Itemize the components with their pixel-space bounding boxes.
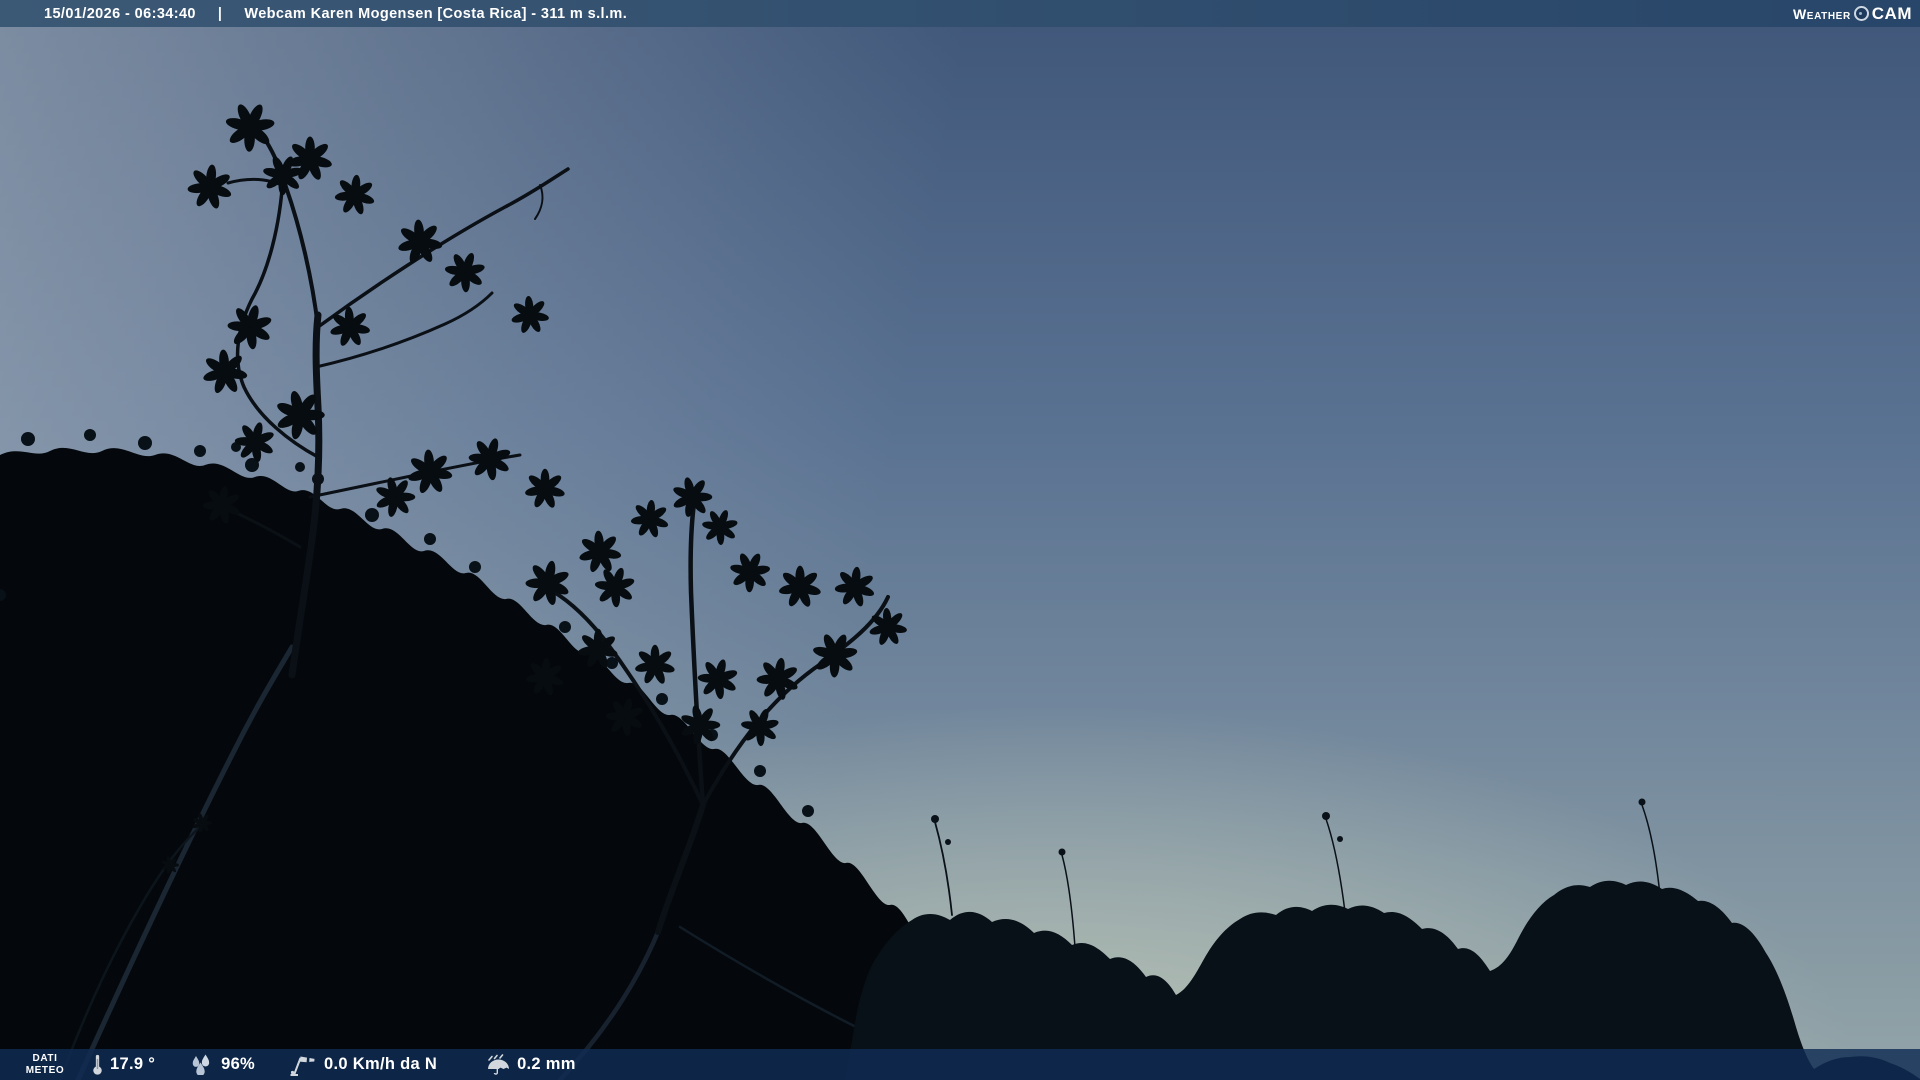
drops-icon <box>189 1054 214 1075</box>
humidity-reading: 96% <box>189 1054 255 1075</box>
webcam-photo <box>0 27 1920 1080</box>
timestamp: 15/01/2026 - 06:34:40 <box>44 6 196 22</box>
rain-value: 0.2 mm <box>517 1055 576 1074</box>
logo-cam-text: Cam <box>1872 4 1912 24</box>
wind-value: 0.0 Km/h da N <box>324 1055 437 1074</box>
webcam-frame: 15/01/2026 - 06:34:40 | Webcam Karen Mog… <box>0 0 1920 1080</box>
separator: | <box>218 6 222 22</box>
tree-silhouettes <box>0 27 1920 1080</box>
meteo-data-label: DATI METEO <box>14 1053 76 1077</box>
top-info-bar: 15/01/2026 - 06:34:40 | Webcam Karen Mog… <box>0 0 1920 27</box>
left-forest-silhouette <box>0 429 985 1080</box>
umbrella-rain-icon <box>485 1054 510 1076</box>
meteo-label-line1: DATI <box>33 1053 58 1065</box>
lens-icon <box>1854 6 1869 21</box>
humidity-value: 96% <box>221 1055 255 1074</box>
webcam-title: Webcam Karen Mogensen [Costa Rica] - 311… <box>244 6 627 22</box>
weather-data-bar: DATI METEO 17.9 ° 96% <box>0 1049 1920 1080</box>
meteo-label-line2: METEO <box>26 1065 65 1077</box>
right-treeline-silhouette <box>845 799 1920 1080</box>
temperature-value: 17.9 ° <box>110 1055 155 1074</box>
temperature-reading: 17.9 ° <box>92 1053 155 1076</box>
windsock-icon <box>287 1054 317 1076</box>
rain-reading: 0.2 mm <box>485 1054 576 1076</box>
weathercam-logo[interactable]: Weather Cam <box>1793 4 1912 24</box>
thermometer-icon <box>92 1053 103 1076</box>
logo-weather-text: Weather <box>1793 6 1851 22</box>
wind-reading: 0.0 Km/h da N <box>287 1054 437 1076</box>
